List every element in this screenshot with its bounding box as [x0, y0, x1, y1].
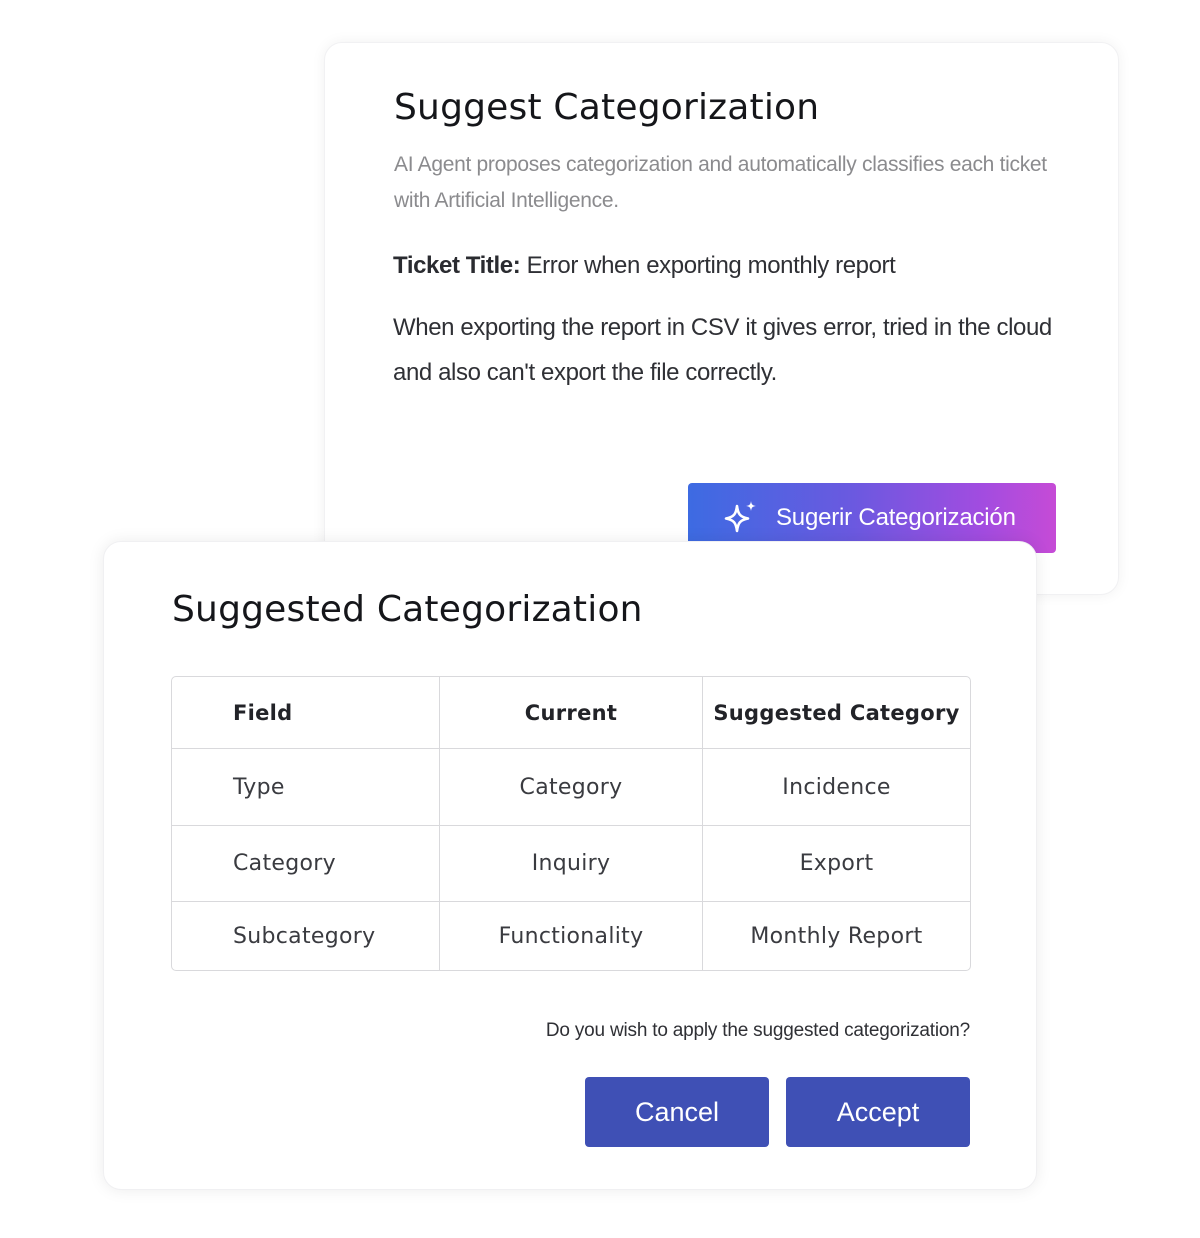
suggested-cell: Incidence [782, 774, 891, 800]
suggest-categorization-card: Suggest Categorization AI Agent proposes… [324, 42, 1119, 595]
table-row: Category Inquiry Export [172, 825, 970, 901]
ticket-title-label: Ticket Title: [393, 252, 521, 279]
ticket-description: When exporting the report in CSV it give… [393, 314, 1052, 386]
suggested-categorization-dialog: Suggested Categorization Field Current S… [103, 541, 1037, 1190]
table-row: Subcategory Functionality Monthly Report [172, 901, 970, 970]
column-header-current: Current [440, 677, 703, 748]
apply-question: Do you wish to apply the suggested categ… [545, 1020, 970, 1041]
current-cell: Category [440, 749, 703, 825]
dialog-title: Suggested Categorization [172, 589, 643, 630]
card-subtitle: AI Agent proposes categorization and aut… [394, 153, 1047, 212]
sparkle-icon [722, 499, 760, 537]
cancel-button[interactable]: Cancel [585, 1077, 769, 1147]
table-header-row: Field Current Suggested Category [172, 677, 970, 748]
table-row: Type Category Incidence [172, 748, 970, 825]
column-header-field: Field [172, 677, 440, 748]
suggested-cell: Export [799, 851, 874, 876]
ticket-title: Ticket Title: Error when exporting month… [393, 252, 896, 280]
suggest-button-label: Sugerir Categorización [776, 504, 1016, 531]
column-header-suggested: Suggested Category [713, 700, 960, 725]
field-cell: Category [172, 826, 440, 901]
card-title: Suggest Categorization [394, 87, 820, 128]
suggested-cell: Monthly Report [750, 923, 923, 949]
accept-button[interactable]: Accept [786, 1077, 970, 1147]
field-cell: Subcategory [172, 902, 440, 970]
field-cell: Type [172, 749, 440, 825]
current-cell: Inquiry [440, 826, 703, 901]
current-cell: Functionality [440, 902, 703, 970]
ticket-title-value: Error when exporting monthly report [526, 252, 896, 279]
categorization-table: Field Current Suggested Category Type Ca… [171, 676, 971, 971]
